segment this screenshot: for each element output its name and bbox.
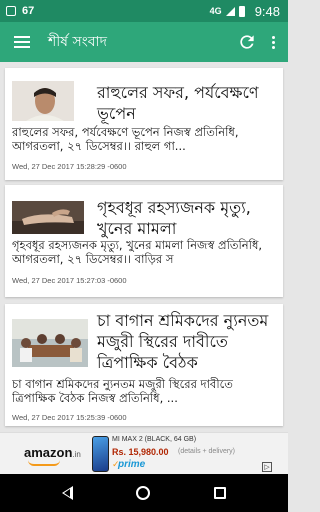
article-thumbnail [12, 201, 84, 234]
prime-badge: prime [118, 459, 146, 470]
system-nav-bar [0, 474, 288, 512]
notification-count: 67 [22, 5, 35, 17]
news-card[interactable]: গৃহবধূর রহস্যজনক মৃত্যু, খুনের মামলা গৃহ… [5, 185, 283, 297]
ad-product-name: MI MAX 2 (BLACK, 64 GB) [112, 436, 197, 443]
amazon-logo: amazon.in [24, 445, 81, 460]
article-headline[interactable]: চা বাগান শ্রমিকদের ন্যুনতম মজুরী স্থিরের… [97, 310, 277, 373]
refresh-icon[interactable] [232, 27, 262, 57]
ad-choices-icon[interactable]: ▷ [262, 462, 272, 472]
battery-icon [238, 5, 245, 17]
article-summary: রাহুলের সফর, পর্যবেক্ষণে ভূপেন নিজস্ব প্… [12, 125, 239, 153]
status-bar: 67 4G 9:48 [0, 0, 288, 22]
network-type: 4G [209, 6, 222, 16]
article-headline[interactable]: গৃহবধূর রহস্যজনক মৃত্যু, খুনের মামলা [97, 197, 277, 239]
clock: 9:48 [254, 3, 280, 19]
back-icon[interactable] [61, 486, 73, 500]
signal-icon [225, 6, 235, 16]
app-bar: শীর্ষ সংবাদ [0, 22, 288, 62]
recent-apps-icon[interactable] [214, 487, 227, 499]
amazon-smile-icon [28, 460, 60, 466]
phone-image [92, 436, 109, 472]
home-icon[interactable] [136, 486, 151, 500]
article-thumbnail [12, 319, 88, 367]
article-headline[interactable]: রাহুলের সফর, পর্যবেক্ষণে ভূপেন [97, 82, 277, 124]
app-title: শীর্ষ সংবাদ [48, 34, 107, 50]
article-date: Wed, 27 Dec 2017 15:25:39 -0600 [12, 413, 127, 422]
news-card[interactable]: রাহুলের সফর, পর্যবেক্ষণে ভূপেন রাহুলের স… [5, 68, 283, 180]
image-notification-icon [6, 6, 16, 16]
article-thumbnail [12, 81, 74, 121]
ad-banner[interactable]: amazon.in MI MAX 2 (BLACK, 64 GB) Rs. 15… [0, 432, 288, 474]
news-card[interactable]: চা বাগান শ্রমিকদের ন্যুনতম মজুরী স্থিরের… [5, 304, 283, 426]
article-date: Wed, 27 Dec 2017 15:27:03 -0600 [12, 276, 127, 285]
more-vert-icon[interactable] [262, 27, 284, 57]
menu-icon[interactable] [14, 36, 30, 48]
article-summary: চা বাগান শ্রমিকদের ন্যুনতম মজুরী স্থিরের… [12, 377, 233, 405]
ad-price: Rs. 15,980.00 [112, 447, 169, 457]
article-summary: গৃহবধূর রহস্যজনক মৃত্যু, খুনের মামলা নিজ… [12, 238, 263, 266]
ad-details-link[interactable]: (details + delivery) [178, 448, 235, 455]
article-date: Wed, 27 Dec 2017 15:28:29 -0600 [12, 162, 127, 171]
